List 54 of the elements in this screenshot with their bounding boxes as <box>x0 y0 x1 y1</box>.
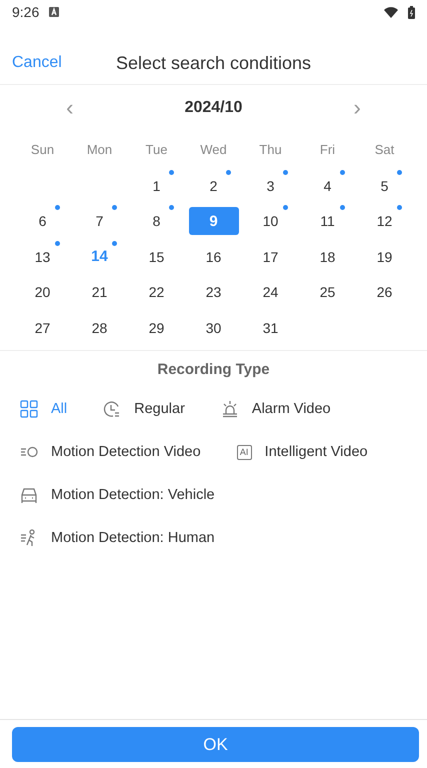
calendar-day[interactable]: 31 <box>246 314 296 342</box>
calendar-day[interactable]: 28 <box>74 314 124 342</box>
calendar-day[interactable]: 1 <box>132 172 182 200</box>
calendar-day[interactable]: 21 <box>74 278 124 306</box>
status-time: 9:26 <box>12 4 40 20</box>
calendar-day[interactable]: 22 <box>132 278 182 306</box>
recording-type-option[interactable]: Alarm Video <box>220 388 331 430</box>
recording-type-option[interactable]: Motion Detection: Human <box>20 516 215 560</box>
calendar-day[interactable]: 26 <box>360 278 410 306</box>
calendar-day[interactable]: 20 <box>18 278 68 306</box>
grid-icon <box>20 400 38 418</box>
recording-type-option[interactable]: Motion Detection: Vehicle <box>20 474 215 516</box>
calendar-day[interactable]: 2 <box>188 172 238 200</box>
page-title: Select search conditions <box>116 52 312 74</box>
weekday-label: Wed <box>200 140 227 158</box>
month-label: 2024/10 <box>184 99 244 117</box>
calendar-day[interactable]: 17 <box>246 242 296 271</box>
calendar-day[interactable]: 12 <box>360 207 410 236</box>
weekday-label: Mon <box>86 140 112 158</box>
calendar-day[interactable]: 7 <box>74 207 124 236</box>
weekday-label: Fri <box>320 140 336 158</box>
calendar-day[interactable]: 4 <box>302 172 352 200</box>
alarm-icon <box>220 400 239 418</box>
calendar-day[interactable]: 18 <box>302 242 352 271</box>
calendar-day[interactable]: 16 <box>188 242 238 271</box>
recording-type-option[interactable]: Motion Detection Video <box>20 430 201 474</box>
calendar-day[interactable]: 6 <box>18 207 68 236</box>
weekday-label: Sun <box>30 140 54 158</box>
calendar-day[interactable]: 11 <box>302 207 352 236</box>
car-icon <box>20 486 38 504</box>
calendar-day[interactable]: 8 <box>132 207 182 236</box>
wifi-icon <box>384 6 398 18</box>
calendar-day[interactable]: 13 <box>18 242 68 271</box>
clock-icon <box>103 400 122 418</box>
notification-icon <box>49 7 60 17</box>
calendar-day[interactable]: 23 <box>188 278 238 306</box>
section-title: Recording Type <box>156 360 271 378</box>
calendar-day[interactable]: 30 <box>188 314 238 342</box>
weekday-label: Thu <box>259 140 282 158</box>
ai-icon: AI <box>236 444 252 460</box>
calendar-day[interactable]: 3 <box>246 172 296 200</box>
calendar-day[interactable]: 27 <box>18 314 68 342</box>
battery-icon <box>408 6 415 18</box>
weekday-label: Sat <box>374 140 394 158</box>
recording-type-option[interactable]: AI Intelligent Video <box>236 430 368 474</box>
calendar-day[interactable]: 15 <box>132 242 182 271</box>
calendar-day[interactable]: 29 <box>132 314 182 342</box>
calendar-day[interactable]: 5 <box>360 172 410 200</box>
calendar-day[interactable]: 19 <box>360 242 410 271</box>
calendar-day[interactable]: 25 <box>302 278 352 306</box>
calendar-day[interactable]: 10 <box>246 207 296 236</box>
calendar-day[interactable]: 24 <box>246 278 296 306</box>
weekday-label: Tue <box>146 140 168 158</box>
recording-type-option[interactable]: Regular <box>103 388 185 430</box>
